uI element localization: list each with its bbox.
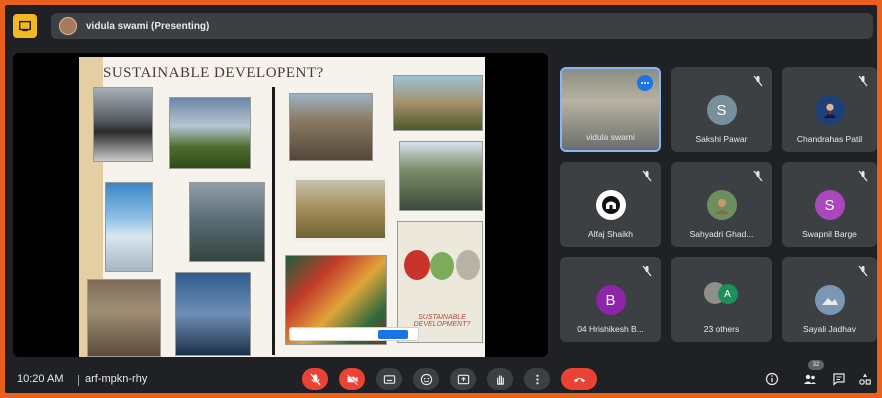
shared-slide: SUSTAINABLE DEVELOPENT? SUSTAINABLE DEVE… (79, 57, 485, 357)
mic-off-icon (858, 265, 868, 277)
participant-name: Chandrahas Patil (796, 134, 863, 144)
hand-icon (496, 374, 504, 385)
chat-button[interactable] (831, 371, 847, 387)
poster-bubble (404, 250, 430, 280)
mic-off-icon (753, 75, 763, 87)
participant-tile[interactable]: vidula swami (560, 67, 661, 152)
participant-tile[interactable]: Sahyadri Ghad... (671, 162, 772, 247)
meeting-code: arf-mpkn-rhy (85, 373, 148, 385)
top-bar: vidula swami (Presenting) (5, 5, 877, 45)
raise-hand-button[interactable] (487, 368, 513, 390)
caption-popup[interactable] (289, 327, 419, 341)
others-tile[interactable]: A 23 others (671, 257, 772, 342)
presenter-banner[interactable]: vidula swami (Presenting) (51, 13, 873, 39)
more-vert-icon (535, 374, 539, 384)
avatar: B (595, 285, 626, 315)
emoji-icon (420, 373, 432, 385)
people-icon (804, 374, 816, 384)
participant-name: Alfaj Shaikh (588, 229, 633, 239)
slide-image-tower (105, 182, 153, 272)
divider (78, 375, 79, 386)
more-options-button[interactable] (524, 368, 550, 390)
participant-name: 04 Hrishikesh B... (577, 324, 644, 334)
avatar: A (717, 284, 738, 304)
mic-off-icon (858, 170, 868, 182)
participant-tile[interactable]: S Sakshi Pawar (671, 67, 772, 152)
mic-off-icon (642, 170, 652, 182)
meeting-clock: 10:20 AM (17, 373, 64, 385)
slide-image-shed (289, 93, 373, 161)
participant-name: Sakshi Pawar (695, 134, 748, 144)
info-icon (765, 372, 779, 386)
slide-image-cityscape (93, 87, 153, 162)
presentation-icon[interactable] (13, 14, 37, 38)
avatar (814, 285, 845, 315)
participant-tile[interactable]: Alfaj Shaikh (560, 162, 661, 247)
people-button[interactable] (802, 371, 818, 387)
activities-icon (859, 373, 871, 385)
participant-count-badge: 32 (808, 360, 824, 370)
meeting-details-button[interactable] (764, 371, 780, 387)
slide-title: SUSTAINABLE DEVELOPENT? (103, 65, 324, 81)
captions-button[interactable] (376, 368, 402, 390)
mosque-logo-icon (601, 196, 620, 214)
landscape-photo-icon (821, 298, 838, 305)
slide-image-boat (399, 141, 483, 211)
slide-image-building (189, 182, 265, 262)
avatar: S (706, 95, 737, 125)
participant-tile[interactable]: Sayali Jadhav (782, 257, 877, 342)
meet-window: vidula swami (Presenting) SUSTAINABLE DE… (5, 5, 877, 393)
avatar (814, 95, 845, 125)
camera-toggle-button[interactable] (339, 368, 365, 390)
mic-off-icon (309, 373, 321, 385)
participant-tile[interactable]: Chandrahas Patil (782, 67, 877, 152)
mic-toggle-button[interactable] (302, 368, 328, 390)
participant-name: vidula swami (586, 132, 635, 142)
avatar (706, 190, 737, 220)
mic-off-icon (858, 75, 868, 87)
participant-name: Swapnil Barge (802, 229, 857, 239)
slide-image-village (293, 177, 388, 241)
bottom-bar: 10:20 AM arf-mpkn-rhy (5, 365, 877, 393)
caption-popup-button[interactable] (378, 330, 408, 339)
participant-name: Sayali Jadhav (803, 324, 856, 334)
person-photo-icon (823, 103, 836, 119)
avatar (59, 17, 77, 35)
slide-image-slum (87, 279, 161, 357)
slide-image-road (169, 97, 251, 169)
poster-bubble (430, 252, 454, 280)
activities-button[interactable] (857, 371, 873, 387)
poster-bubble (456, 250, 480, 280)
participant-tile[interactable]: S Swapnil Barge (782, 162, 877, 247)
avatar (595, 190, 626, 220)
mic-off-icon (753, 170, 763, 182)
presentation-stage: SUSTAINABLE DEVELOPENT? SUSTAINABLE DEVE… (13, 53, 548, 357)
presenter-name: vidula swami (Presenting) (86, 20, 210, 32)
more-options-icon[interactable] (637, 75, 653, 91)
participant-name: Sahyadri Ghad... (689, 229, 754, 239)
slide-image-skyline (175, 272, 251, 356)
end-call-icon (573, 377, 585, 382)
present-screen-button[interactable] (450, 368, 476, 390)
slide-image-hut (393, 75, 483, 131)
leave-call-button[interactable] (561, 368, 597, 390)
avatar: S (814, 190, 845, 220)
participant-tile[interactable]: B 04 Hrishikesh B... (560, 257, 661, 342)
others-avatar-stack: A (703, 282, 740, 306)
slide-divider (272, 87, 275, 355)
emoji-reactions-button[interactable] (413, 368, 439, 390)
mic-off-icon (642, 265, 652, 277)
present-screen-icon (457, 374, 469, 384)
chat-icon (833, 373, 845, 386)
person-photo-icon (714, 199, 729, 214)
presentation-glyph (19, 20, 31, 32)
camera-off-icon (345, 372, 359, 386)
captions-icon (383, 374, 395, 384)
others-count: 23 others (703, 324, 740, 334)
poster-caption: SUSTAINABLE DEVELOPMENT? (413, 314, 471, 328)
slide-image-poster: SUSTAINABLE DEVELOPMENT? (397, 221, 483, 343)
